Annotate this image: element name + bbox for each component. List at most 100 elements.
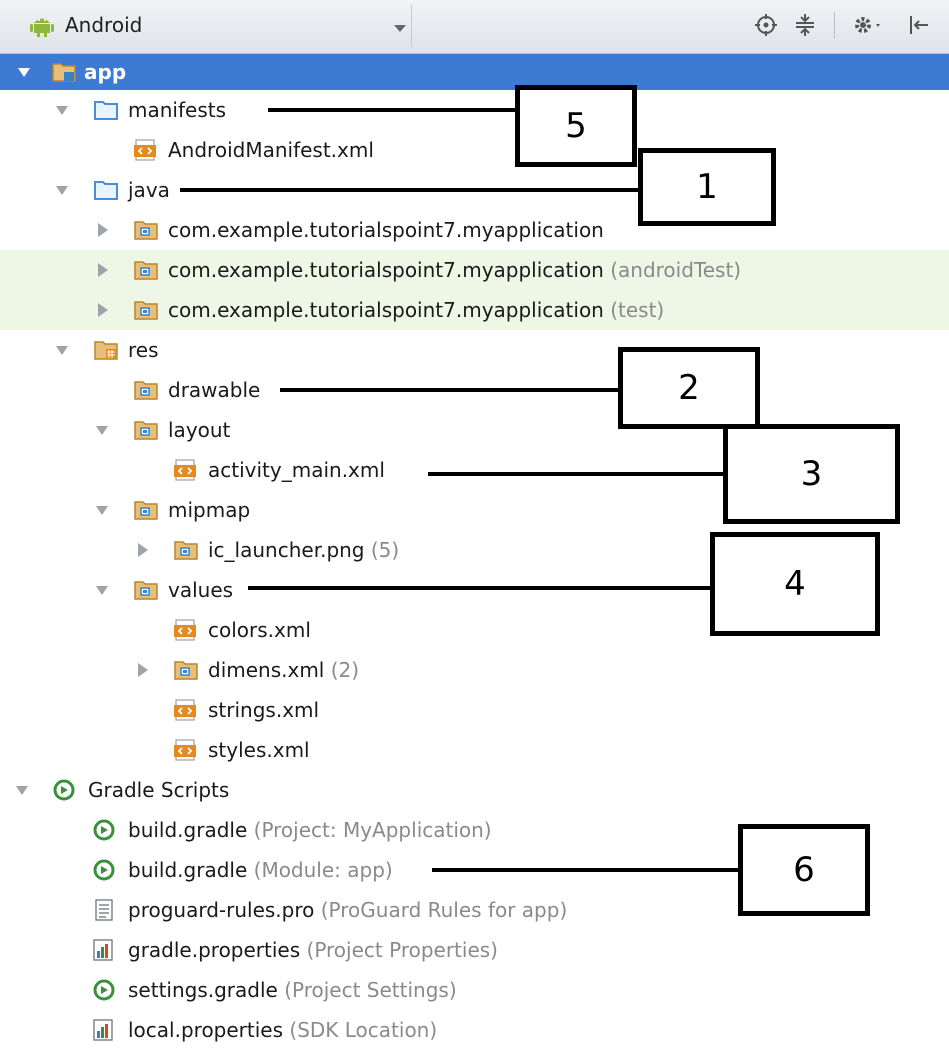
tree-node-label: java [128,178,170,202]
callout-box: 1 [638,148,776,226]
tree-node-dimens[interactable]: dimens.xml (2) [0,650,949,690]
tree-node-label-group: proguard-rules.pro (ProGuard Rules for a… [128,890,567,930]
expand-arrow-icon[interactable] [16,54,32,94]
collapse-arrow-icon[interactable] [134,650,150,690]
folder-icon [94,179,118,201]
package-folder-icon [134,259,158,281]
tree-node-label: build.gradle [128,858,248,882]
tree-node-res[interactable]: res [0,330,949,370]
project-view-toolbar: Android [0,0,949,54]
resource-folder-icon [94,339,118,361]
tree-node-label: mipmap [168,498,251,522]
tree-node-label: Gradle Scripts [88,778,230,802]
callout-box: 3 [723,424,900,524]
tree-node-label: app [84,60,127,84]
tree-node-label: gradle.properties [128,938,301,962]
package-folder-icon [174,659,198,681]
collapse-arrow-icon[interactable] [94,250,110,290]
gradle-icon [52,779,76,801]
android-icon [30,13,54,41]
tree-node-android-manifest[interactable]: AndroidManifest.xml [0,130,949,170]
callout-leader-line [268,108,520,112]
xml-file-icon [174,699,198,721]
tree-node-label-group: build.gradle (Module: app) [128,850,393,890]
tree-node-gradle-properties[interactable]: gradle.properties (Project Properties) [0,930,949,970]
tree-node-label-group: com.example.tutorialspoint7.myapplicatio… [168,250,741,290]
callout-box: 2 [618,347,760,429]
callout-leader-line [428,472,728,476]
callout-box: 4 [710,532,880,636]
tree-node-app[interactable]: app [0,54,949,90]
callout-box: 5 [515,85,637,167]
tree-node-settings-gradle[interactable]: settings.gradle (Project Settings) [0,970,949,1010]
module-folder-icon [52,61,76,83]
text-file-icon [92,899,116,921]
tree-node-label: local.properties [128,1018,284,1042]
tree-node-suffix: (Project Settings) [284,978,457,1002]
collapse-arrow-icon[interactable] [134,530,150,570]
tree-node-label: build.gradle [128,818,248,842]
tree-node-label: dimens.xml [208,658,325,682]
tree-node-label: manifests [128,98,226,122]
expand-arrow-icon[interactable] [94,490,110,530]
xml-file-icon [174,619,198,641]
tree-node-label-group: local.properties (SDK Location) [128,1010,437,1050]
hide-icon[interactable] [906,12,932,38]
package-folder-icon [134,299,158,321]
tree-node-suffix: (androidTest) [610,258,742,282]
tree-node-suffix: (test) [610,298,665,322]
tree-node-label: com.example.tutorialspoint7.myapplicatio… [168,258,604,282]
tree-node-label-group: gradle.properties (Project Properties) [128,930,498,970]
view-selector-label: Android [65,13,143,37]
tree-node-label: layout [168,418,231,442]
xml-file-icon [174,739,198,761]
callout-box: 6 [738,824,870,916]
tree-node-label: proguard-rules.pro [128,898,315,922]
locate-icon[interactable] [753,12,779,38]
package-folder-icon [134,579,158,601]
tree-node-local-properties[interactable]: local.properties (SDK Location) [0,1010,949,1050]
expand-arrow-icon[interactable] [14,770,30,810]
expand-arrow-icon[interactable] [94,570,110,610]
tree-node-package-test[interactable]: com.example.tutorialspoint7.myapplicatio… [0,290,949,330]
toolbar-divider [834,12,835,38]
collapse-arrow-icon[interactable] [94,290,110,330]
xml-file-icon [174,459,198,481]
properties-file-icon [92,1019,116,1041]
tree-node-label: ic_launcher.png [208,538,365,562]
tree-node-styles[interactable]: styles.xml [0,730,949,770]
tree-node-label: colors.xml [208,618,311,642]
tree-node-label: strings.xml [208,698,320,722]
properties-file-icon [92,939,116,961]
tree-node-package-android-test[interactable]: com.example.tutorialspoint7.myapplicatio… [0,250,949,290]
folder-icon [94,99,118,121]
callout-leader-line [280,388,622,392]
expand-arrow-icon[interactable] [54,170,70,210]
collapse-all-icon[interactable] [792,12,818,38]
package-folder-icon [134,499,158,521]
tree-node-package-main[interactable]: com.example.tutorialspoint7.myapplicatio… [0,210,949,250]
tree-node-gradle-scripts[interactable]: Gradle Scripts [0,770,949,810]
package-folder-icon [174,539,198,561]
gradle-icon [92,819,116,841]
expand-arrow-icon[interactable] [54,330,70,370]
gear-icon[interactable] [851,12,885,38]
tree-node-suffix: (Module: app) [253,858,393,882]
expand-arrow-icon[interactable] [54,90,70,130]
callout-leader-line [432,868,742,872]
chevron-down-icon [394,25,406,32]
tree-node-label: AndroidManifest.xml [168,138,374,162]
package-folder-icon [134,219,158,241]
view-selector-dropdown[interactable]: Android [8,5,412,47]
tree-node-label-group: dimens.xml (2) [208,650,359,690]
gradle-icon [92,979,116,1001]
collapse-arrow-icon[interactable] [94,210,110,250]
tree-node-strings[interactable]: strings.xml [0,690,949,730]
callout-leader-line [180,188,642,192]
tree-node-label: activity_main.xml [208,458,385,482]
tree-node-suffix: (ProGuard Rules for app) [320,898,568,922]
tree-node-label-group: build.gradle (Project: MyApplication) [128,810,492,850]
tree-node-label-group: settings.gradle (Project Settings) [128,970,457,1010]
tree-node-label: styles.xml [208,738,310,762]
expand-arrow-icon[interactable] [94,410,110,450]
